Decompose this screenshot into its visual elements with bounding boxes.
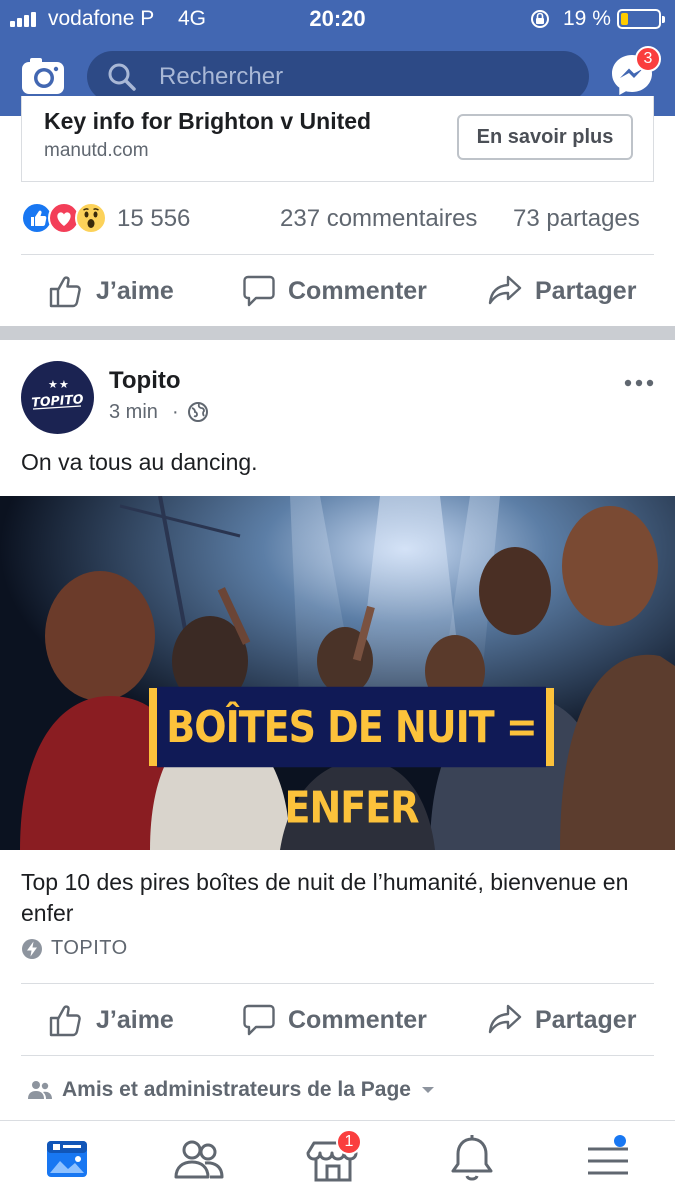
share-button[interactable]: Partager <box>487 271 636 311</box>
audience-selector[interactable]: Amis et administrateurs de la Page <box>28 1078 435 1102</box>
comment-count[interactable]: 237 commentaires <box>280 205 477 233</box>
image-headline-banner: BOÎTES DE NUIT = ENFER <box>149 686 554 833</box>
orientation-lock-icon <box>531 10 549 28</box>
status-bar: vodafone P 4G 20:20 19 % <box>0 0 675 38</box>
like-label: J’aime <box>96 276 174 305</box>
tab-notifications[interactable] <box>444 1133 504 1189</box>
battery-level <box>621 13 628 25</box>
article-title[interactable]: Top 10 des pires boîtes de nuit de l’hum… <box>21 867 651 929</box>
share-button[interactable]: Partager <box>487 1000 636 1040</box>
divider <box>21 254 654 255</box>
share-icon <box>488 275 522 305</box>
comment-button[interactable]: Commenter <box>242 1000 427 1040</box>
link-title: Key info for Brighton v United <box>44 108 372 134</box>
comment-label: Commenter <box>288 1005 427 1034</box>
tab-friends[interactable] <box>172 1133 232 1189</box>
post-timestamp[interactable]: 3 min <box>109 401 158 424</box>
share-label: Partager <box>535 1005 637 1034</box>
bottom-tab-bar: 1 <box>0 1120 675 1200</box>
image-headline: BOÎTES DE NUIT = ENFER <box>157 686 546 833</box>
divider <box>21 1055 654 1056</box>
search-icon <box>108 63 136 91</box>
messenger-button[interactable]: 3 <box>609 46 661 100</box>
people-icon <box>28 1081 52 1099</box>
like-button[interactable]: J’aime <box>48 271 174 311</box>
marketplace-badge: 1 <box>336 1129 362 1155</box>
camera-icon <box>22 58 64 94</box>
audience-label: Amis et administrateurs de la Page <box>62 1078 411 1101</box>
tab-news-feed[interactable] <box>38 1133 98 1189</box>
comment-button[interactable]: Commenter <box>242 271 427 311</box>
menu-notification-dot <box>614 1135 626 1147</box>
feed-separator <box>0 326 675 340</box>
like-label: J’aime <box>96 1005 174 1034</box>
globe-icon <box>188 402 208 422</box>
svg-text:★: ★ <box>48 378 58 391</box>
comment-icon <box>243 1004 275 1036</box>
reaction-count[interactable]: 15 556 <box>117 205 190 233</box>
friends-icon <box>174 1140 224 1179</box>
post-text: On va tous au dancing. <box>21 449 258 475</box>
link-domain: manutd.com <box>44 140 149 161</box>
battery-percent: 19 % <box>563 7 611 30</box>
share-count[interactable]: 73 partages <box>513 205 640 233</box>
battery-icon <box>617 9 665 29</box>
like-button[interactable]: J’aime <box>48 1000 174 1040</box>
wow-reaction-icon <box>75 202 107 234</box>
search-placeholder: Rechercher <box>159 63 284 90</box>
topito-logo: ★ ★ TOPITO <box>31 378 84 410</box>
meta-separator: · <box>172 401 179 423</box>
svg-text:★: ★ <box>59 378 69 391</box>
tab-menu[interactable] <box>580 1133 640 1189</box>
link-preview-card[interactable]: Key info for Brighton v United manutd.co… <box>21 96 654 182</box>
messenger-badge: 3 <box>635 46 661 72</box>
learn-more-button[interactable]: En savoir plus <box>457 114 633 160</box>
instant-article-icon <box>22 938 42 959</box>
caret-down-icon <box>421 1087 434 1093</box>
thumbs-up-icon <box>49 1005 81 1037</box>
page-name[interactable]: Topito <box>109 367 181 395</box>
source-name: TOPITO <box>51 937 128 959</box>
search-input[interactable]: Rechercher <box>87 51 589 102</box>
camera-button[interactable] <box>21 56 65 96</box>
tab-marketplace[interactable]: 1 <box>306 1129 366 1189</box>
bell-icon <box>451 1135 493 1181</box>
menu-icon <box>588 1147 628 1175</box>
page-avatar[interactable]: ★ ★ TOPITO <box>21 361 94 434</box>
more-options-button[interactable] <box>622 370 656 396</box>
comment-icon <box>243 275 275 307</box>
share-icon <box>488 1004 522 1034</box>
article-source: TOPITO <box>21 937 128 960</box>
share-label: Partager <box>535 276 637 305</box>
news-feed-icon <box>47 1141 87 1177</box>
more-icon <box>624 379 654 387</box>
thumbs-up-icon <box>49 276 81 308</box>
comment-label: Commenter <box>288 276 427 305</box>
divider <box>21 983 654 984</box>
